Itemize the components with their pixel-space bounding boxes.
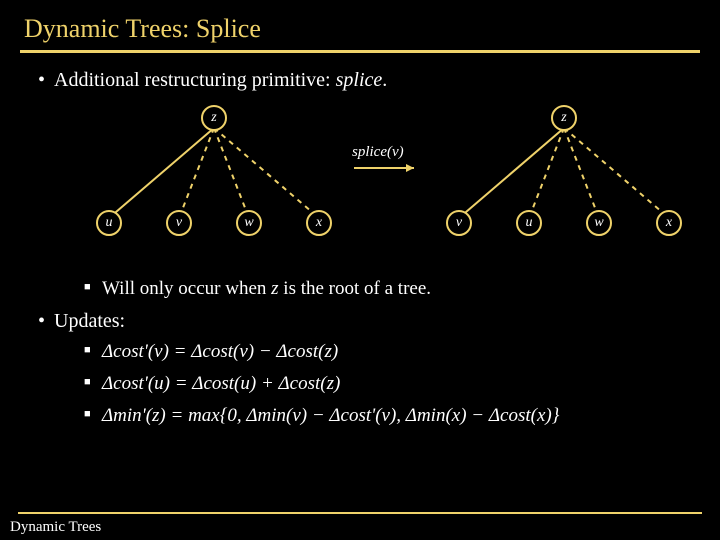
eq-3: Δmin'(z) = max{0, Δmin(v) − Δcost'(v), Δ… xyxy=(84,405,700,427)
edge-left-w-dashed xyxy=(214,128,249,218)
arrow-head xyxy=(406,164,414,172)
node-right-child-2: w xyxy=(586,210,612,236)
edge-left-x-dashed xyxy=(214,128,319,218)
node-left-child-0: u xyxy=(96,210,122,236)
slide: Dynamic Trees: Splice Additional restruc… xyxy=(0,0,720,540)
intro-period: . xyxy=(382,69,387,91)
node-right-child-1: u xyxy=(516,210,542,236)
edge-left-u-solid xyxy=(109,128,214,218)
bullet-list: Additional restructuring primitive: spli… xyxy=(20,69,700,427)
sub-list-updates: Δcost'(v) = Δcost(v) − Δcost(z) Δcost'(u… xyxy=(54,341,700,427)
bullet-updates: Updates: Δcost'(v) = Δcost(v) − Δcost(z)… xyxy=(38,310,700,427)
updates-label: Updates: xyxy=(54,310,125,332)
sub-list-root-note: Will only occur when z is the root of a … xyxy=(54,278,700,300)
footer-text: Dynamic Trees xyxy=(10,519,101,536)
node-right-root: z xyxy=(551,105,577,131)
title-rule xyxy=(20,50,700,53)
intro-text: Additional restructuring primitive: xyxy=(54,69,336,91)
diagram-edges xyxy=(54,98,714,268)
slide-body: Additional restructuring primitive: spli… xyxy=(20,69,700,427)
eq-2: Δcost'(u) = Δcost(u) + Δcost(z) xyxy=(84,373,700,395)
root-note-tail: is the root of a tree. xyxy=(279,278,431,299)
splice-diagram: splice(v) z u v w x z v u w x xyxy=(54,98,714,268)
bullet-intro: Additional restructuring primitive: spli… xyxy=(38,69,700,300)
edge-left-v-dashed xyxy=(179,128,214,218)
edge-right-v-solid xyxy=(459,128,564,218)
node-left-child-3: x xyxy=(306,210,332,236)
node-left-root: z xyxy=(201,105,227,131)
bullet-root-note: Will only occur when z is the root of a … xyxy=(84,278,700,300)
intro-em: splice xyxy=(336,69,383,91)
node-left-child-2: w xyxy=(236,210,262,236)
eq-1: Δcost'(v) = Δcost(v) − Δcost(z) xyxy=(84,341,700,363)
node-right-child-0: v xyxy=(446,210,472,236)
node-right-child-3: x xyxy=(656,210,682,236)
op-label: splice(v) xyxy=(352,144,404,161)
edge-right-x-dashed xyxy=(564,128,669,218)
node-left-child-1: v xyxy=(166,210,192,236)
edge-right-w-dashed xyxy=(564,128,599,218)
edge-right-u-dashed xyxy=(529,128,564,218)
root-note-head: Will only occur when xyxy=(102,278,271,299)
slide-title: Dynamic Trees: Splice xyxy=(20,10,700,50)
footer-rule xyxy=(18,512,702,514)
root-note-em: z xyxy=(271,278,278,299)
